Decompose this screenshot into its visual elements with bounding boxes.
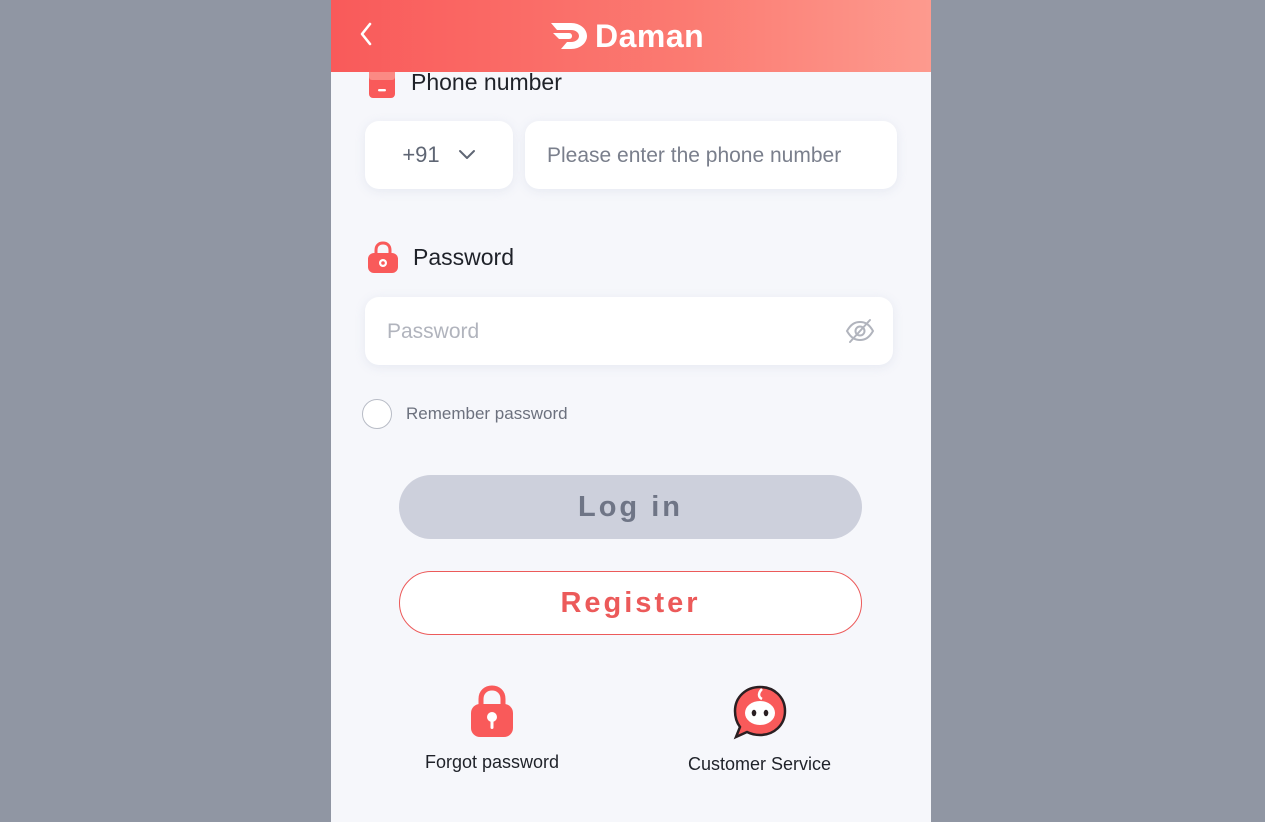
login-button[interactable]: Log in <box>399 475 862 539</box>
toggle-password-visibility-button[interactable] <box>845 318 875 344</box>
chevron-down-icon <box>458 150 475 159</box>
login-screen: Daman Phone number +91 Password <box>331 0 931 822</box>
password-label-row: Password <box>367 240 514 274</box>
phone-label: Phone number <box>411 68 562 95</box>
chevron-left-icon <box>360 22 372 46</box>
forgot-password-button[interactable]: Forgot password <box>425 684 559 773</box>
phone-number-input[interactable] <box>545 121 889 191</box>
top-bar: Daman <box>331 0 931 72</box>
back-button[interactable] <box>353 19 379 49</box>
country-code-select[interactable]: +91 <box>365 121 513 189</box>
eye-off-icon <box>845 319 875 343</box>
phone-field <box>525 121 897 191</box>
register-button[interactable]: Register <box>399 571 862 635</box>
remember-password-checkbox[interactable] <box>362 399 392 429</box>
country-code-value: +91 <box>402 142 440 167</box>
remember-password-option[interactable]: Remember password <box>362 399 568 429</box>
forgot-password-label: Forgot password <box>425 752 560 772</box>
password-input[interactable] <box>385 297 829 367</box>
brand-logo: Daman <box>549 14 704 58</box>
password-label: Password <box>413 243 514 270</box>
lock-icon <box>368 241 398 273</box>
daman-logo-icon <box>551 23 587 49</box>
customer-service-button[interactable]: Customer Service <box>688 684 831 775</box>
customer-service-label: Customer Service <box>688 754 832 774</box>
brand-name: Daman <box>595 17 705 54</box>
customer-service-chat-icon <box>733 685 786 740</box>
remember-password-label: Remember password <box>406 404 568 423</box>
password-field <box>365 297 893 367</box>
padlock-key-icon <box>471 685 514 737</box>
